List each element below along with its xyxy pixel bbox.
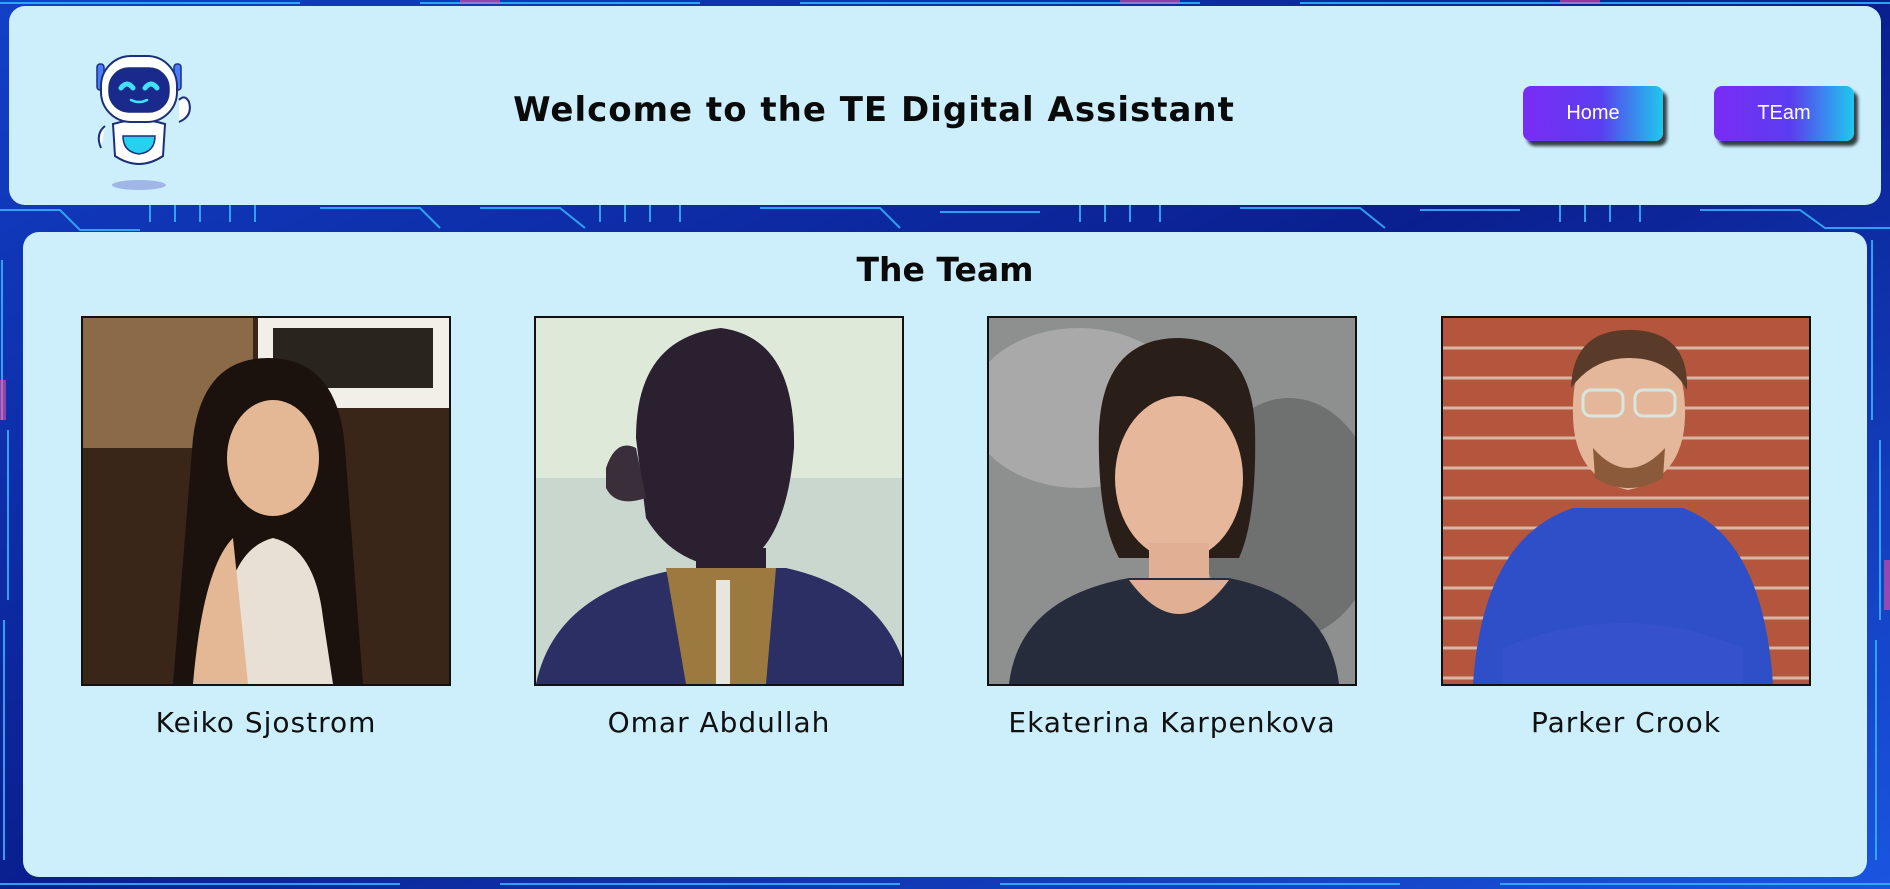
team-member-card: Parker Crook: [1441, 316, 1811, 739]
member-name: Ekaterina Karpenkova: [1008, 706, 1336, 739]
member-name: Keiko Sjostrom: [155, 706, 377, 739]
nav-team-button[interactable]: TEam: [1714, 86, 1854, 141]
member-photo: [987, 316, 1357, 686]
team-member-card: Omar Abdullah: [534, 316, 904, 739]
site-title: Welcome to the TE Digital Assistant: [513, 90, 1235, 130]
team-section: The Team Keiko Sjostrom Omar Abdullah Ek…: [23, 232, 1867, 877]
member-name: Omar Abdullah: [607, 706, 831, 739]
team-member-card: Keiko Sjostrom: [81, 316, 451, 739]
site-header: Welcome to the TE Digital Assistant Home…: [9, 6, 1881, 205]
team-heading: The Team: [856, 250, 1034, 289]
member-photo: [81, 316, 451, 686]
team-member-card: Ekaterina Karpenkova: [987, 316, 1357, 739]
member-photo: [1441, 316, 1811, 686]
member-photo: [534, 316, 904, 686]
nav-home-button[interactable]: Home: [1523, 86, 1663, 141]
member-name: Parker Crook: [1530, 706, 1722, 739]
